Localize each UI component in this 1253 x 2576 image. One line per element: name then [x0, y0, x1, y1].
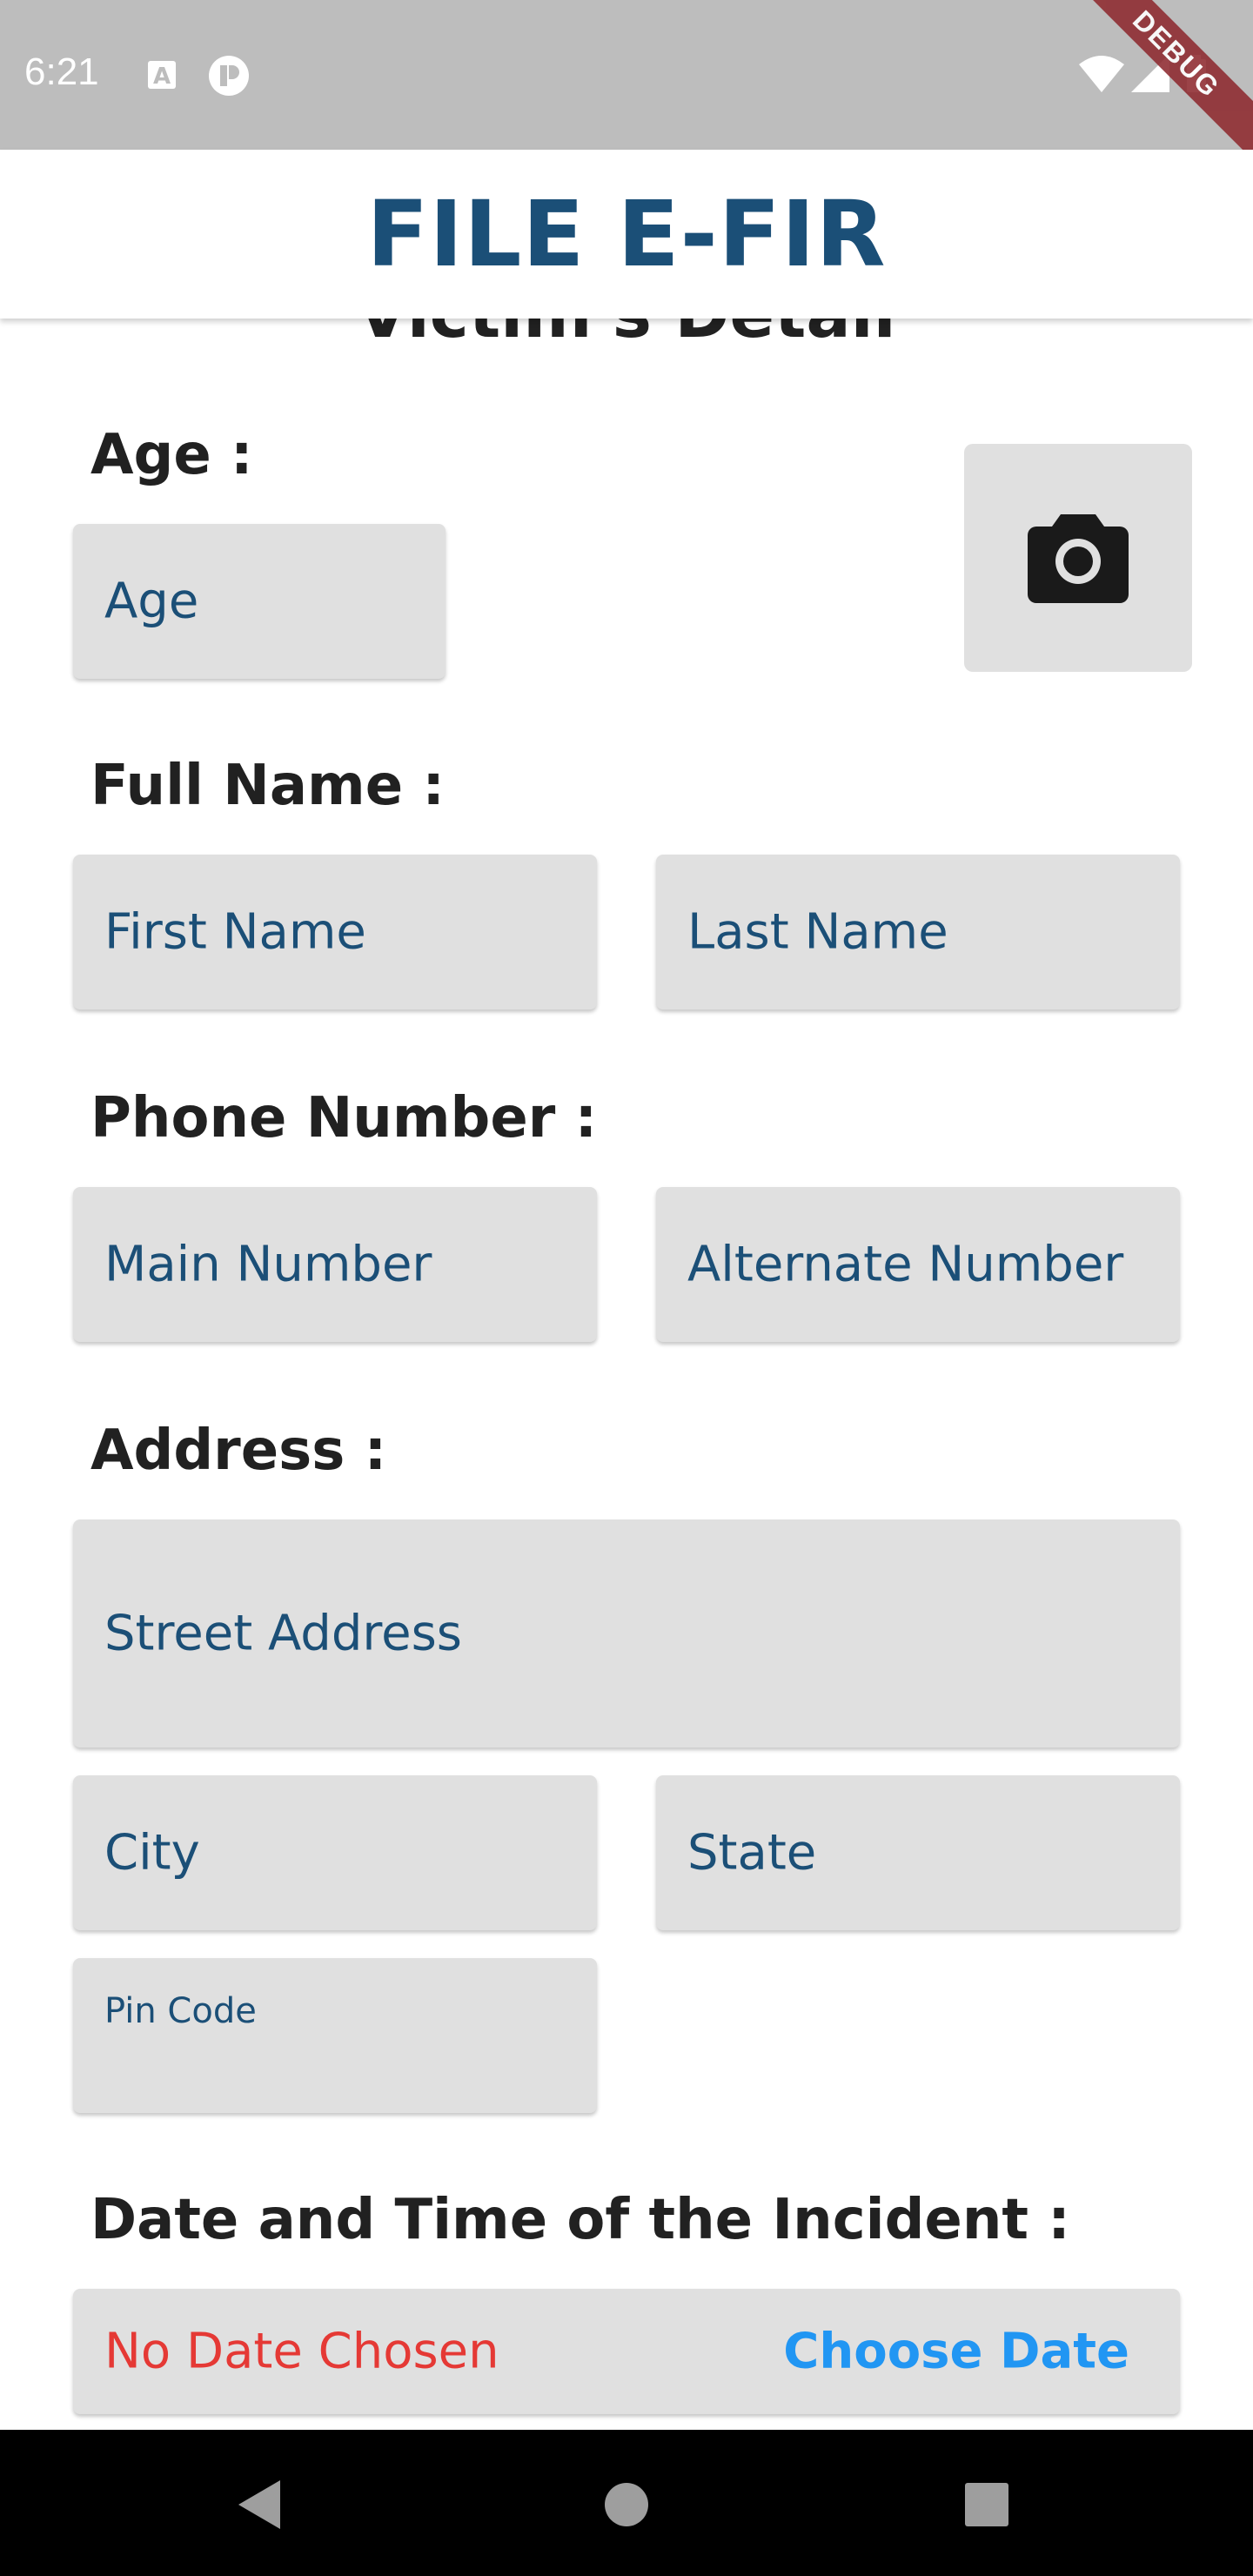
back-icon[interactable] — [237, 2479, 282, 2531]
street-address-placeholder: Street Address — [104, 1605, 462, 1662]
age-placeholder: Age — [104, 573, 199, 630]
no-date-chosen-text: No Date Chosen — [104, 2323, 499, 2380]
phone-number-label: Phone Number : — [90, 1086, 598, 1150]
camera-button[interactable] — [964, 444, 1192, 672]
status-time: 6:21 — [24, 50, 99, 93]
age-input[interactable]: Age — [73, 524, 446, 679]
svg-text:A: A — [153, 64, 171, 90]
section-title: Victim's Detail — [0, 319, 1253, 352]
main-number-placeholder: Main Number — [104, 1236, 432, 1293]
app-title: FILE E-FIR — [366, 181, 887, 287]
app-notification-icon — [209, 56, 249, 96]
keyboard-a-icon: A — [148, 61, 176, 90]
pin-code-placeholder: Pin Code — [104, 1991, 257, 2031]
alternate-number-placeholder: Alternate Number — [687, 1236, 1124, 1293]
choose-date-button[interactable]: Choose Date — [783, 2324, 1129, 2380]
recents-icon[interactable] — [964, 2482, 1009, 2527]
camera-icon — [1028, 514, 1129, 603]
wifi-icon — [1079, 56, 1124, 92]
city-placeholder: City — [104, 1824, 200, 1882]
alternate-number-input[interactable]: Alternate Number — [656, 1187, 1180, 1342]
first-name-input[interactable]: First Name — [73, 855, 597, 1010]
incident-date-label: Date and Time of the Incident : — [90, 2188, 1070, 2252]
city-input[interactable]: City — [73, 1775, 597, 1930]
incident-date-row: No Date Chosen Choose Date — [73, 2289, 1180, 2414]
state-input[interactable]: State — [656, 1775, 1180, 1930]
last-name-input[interactable]: Last Name — [656, 855, 1180, 1010]
age-label: Age : — [90, 423, 253, 487]
app-bar: FILE E-FIR — [0, 150, 1253, 319]
state-placeholder: State — [687, 1824, 817, 1882]
first-name-placeholder: First Name — [104, 903, 366, 961]
main-number-input[interactable]: Main Number — [73, 1187, 597, 1342]
last-name-placeholder: Last Name — [687, 903, 948, 961]
address-label: Address : — [90, 1419, 387, 1483]
street-address-input[interactable]: Street Address — [73, 1519, 1180, 1748]
form-content[interactable]: Victim's Detail Age : Age Full Name : Fi… — [0, 319, 1253, 2430]
navigation-bar — [0, 2430, 1253, 2576]
status-bar: 6:21 A DEBUG — [0, 0, 1253, 162]
home-icon[interactable] — [604, 2482, 649, 2527]
full-name-label: Full Name : — [90, 754, 445, 818]
pin-code-input[interactable]: Pin Code — [73, 1958, 597, 2113]
